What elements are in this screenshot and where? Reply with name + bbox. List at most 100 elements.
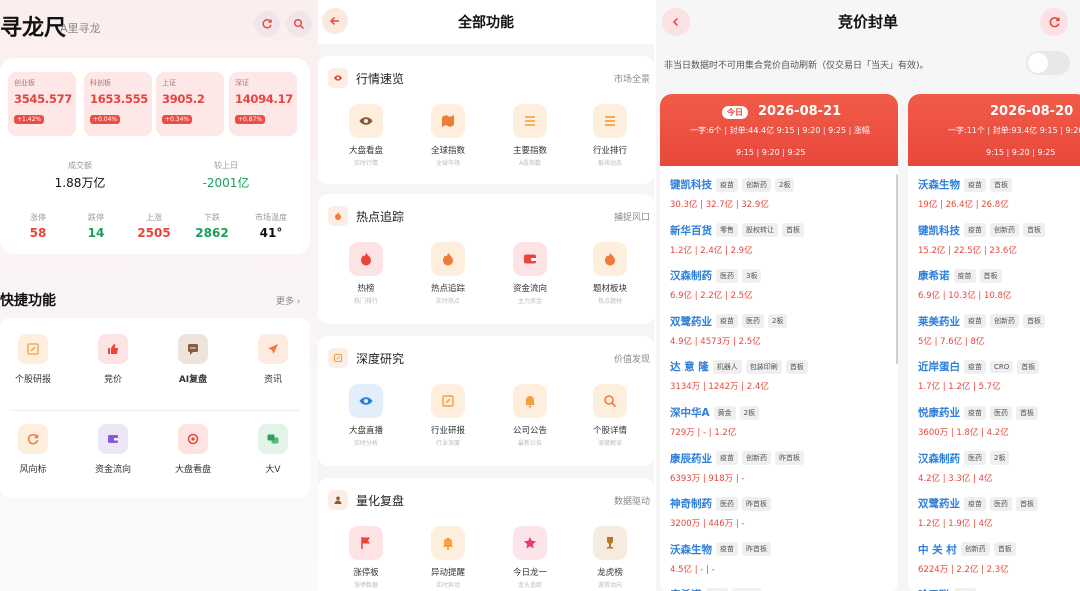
scrollbar[interactable] xyxy=(896,174,898,364)
stock-row[interactable]: 康希诺疫苗创新药 xyxy=(670,584,761,591)
eye-icon xyxy=(328,68,348,88)
stock-row[interactable]: 汉森制药 医药 3板 6.9亿 | 2.2亿 | 2.5亿 xyxy=(670,265,762,301)
day-summary: 一字:6个 | 封单:44.4亿 9:15 | 9:20 | 9:25 | 涨幅 xyxy=(690,126,870,135)
stock-name[interactable]: 康希诺 xyxy=(918,268,950,283)
section-tagline: 市场全景 xyxy=(613,75,650,85)
stock-name[interactable]: 沃森生物 xyxy=(670,542,712,557)
function-item[interactable]: 今日龙一 龙头追踪 xyxy=(495,526,565,589)
quick-item-wind-vane[interactable]: 风向标 xyxy=(3,424,63,475)
stock-row[interactable]: 康辰药业 疫苗 创新药 昨首板 6393万 | 918万 | - xyxy=(670,448,804,484)
index-tile[interactable]: 科创板 1653.555 +0.04% xyxy=(84,72,152,136)
stock-name[interactable]: 键凯科技 xyxy=(670,177,712,192)
stock-name[interactable]: 键凯科技 xyxy=(918,223,960,238)
function-item[interactable]: 大盘看盘 实时行情 xyxy=(331,104,401,167)
stock-name[interactable]: 汉森制药 xyxy=(670,268,712,283)
stock-row[interactable]: 沃森生物 疫苗 首板 19亿 | 26.4亿 | 26.8亿 xyxy=(918,174,1012,210)
quick-item-label: 大盘看盘 xyxy=(174,465,211,475)
stock-row[interactable]: 中 关 村创新药 首板 6224万 | 2.2亿 | 2.3亿 xyxy=(918,539,1016,575)
stock-tag: 2板 xyxy=(739,405,760,420)
function-item[interactable]: 行业研报 行业深度 xyxy=(413,384,483,447)
stock-row[interactable]: 神奇制药 医药 昨首板 3200万 | 446万 | - xyxy=(670,493,771,529)
function-item[interactable]: 全球指数 全球市场 xyxy=(413,104,483,167)
stock-tag: 疫苗 xyxy=(716,177,738,192)
stock-row[interactable]: 康希诺 疫苗 首板 6.9亿 | 10.3亿 | 10.8亿 xyxy=(918,265,1011,301)
stock-tag: 疫苗 xyxy=(716,314,738,329)
stock-name[interactable]: 康辰药业 xyxy=(670,451,712,466)
day-card-previous: 2026-08-20 一字:11个 | 封单:93.4亿 9:15 | 9:20… xyxy=(908,94,1080,591)
index-name: 创业板 xyxy=(14,79,35,87)
stock-name[interactable]: 沃森生物 xyxy=(918,177,960,192)
stock-tag: 创新药 xyxy=(990,223,1019,238)
function-item[interactable]: 涨停板 涨停数据 xyxy=(331,526,401,589)
function-item[interactable]: 资金流向 主力资金 xyxy=(495,242,565,305)
stock-row[interactable]: 汉森制药 医药 2板 4.2亿 | 3.3亿 | 4亿 xyxy=(918,448,1010,484)
refresh-button[interactable] xyxy=(1040,8,1068,36)
stock-row[interactable]: 新华百货 零售 股权转让 首板 1.2亿 | 2.4亿 | 2.9亿 xyxy=(670,220,804,256)
function-item[interactable]: 龙虎榜 游资动向 xyxy=(575,526,645,589)
quick-item-label: 资金流向 xyxy=(94,465,131,475)
quick-item-auction[interactable]: 竞价 xyxy=(83,334,143,385)
function-sublabel: 全球市场 xyxy=(435,160,460,167)
stock-row[interactable]: 键凯科技 疫苗 创新药 首板 15.2亿 | 22.5亿 | 23.6亿 xyxy=(918,220,1045,256)
stock-row[interactable]: 哈三联医药 xyxy=(918,584,976,591)
stock-tag: 首板 xyxy=(1023,223,1045,238)
stock-row[interactable]: 键凯科技 疫苗 创新药 2板 30.3亿 | 32.7亿 | 32.9亿 xyxy=(670,174,795,210)
map-icon xyxy=(431,104,465,138)
function-item[interactable]: 异动提醒 实时异动 xyxy=(413,526,483,589)
function-item[interactable]: 主要指数 A股指数 xyxy=(495,104,565,167)
stock-name[interactable]: 深中华A xyxy=(670,405,710,420)
stock-name[interactable]: 汉森制药 xyxy=(918,451,960,466)
quick-item-market-watch[interactable]: 大盘看盘 xyxy=(163,424,223,475)
search-button[interactable] xyxy=(286,11,312,37)
stock-name[interactable]: 近岸蛋白 xyxy=(918,359,960,374)
stock-row[interactable]: 双鹭药业 疫苗 医药 首板 1.2亿 | 1.9亿 | 4亿 xyxy=(918,493,1038,529)
function-item[interactable]: 行业排行 板块动态 xyxy=(575,104,645,167)
today-badge: 今日 xyxy=(722,106,748,119)
function-label: 异动提醒 xyxy=(430,568,465,578)
quick-item-ai-review[interactable]: AI复盘 xyxy=(163,334,223,385)
stock-name[interactable]: 双鹭药业 xyxy=(918,496,960,511)
stock-name[interactable]: 新华百货 xyxy=(670,223,712,238)
stock-name[interactable]: 莱美药业 xyxy=(918,314,960,329)
stock-name[interactable]: 双鹭药业 xyxy=(670,314,712,329)
quick-item-big-v[interactable]: 大V xyxy=(243,424,303,475)
stock-row[interactable]: 莱美药业 疫苗 创新药 首板 5亿 | 7.6亿 | 8亿 xyxy=(918,311,1045,347)
stock-name[interactable]: 康希诺 xyxy=(670,587,702,591)
index-tile[interactable]: 创业板 3545.577 +1.42% xyxy=(8,72,76,136)
quick-item-news[interactable]: 资讯 xyxy=(243,334,303,385)
function-item[interactable]: 个股详情 深度解读 xyxy=(575,384,645,447)
stock-row[interactable]: 双鹭药业 疫苗 医药 2板 4.9亿 | 4573万 | 2.5亿 xyxy=(670,311,788,347)
home-panel: 寻龙尺 A里寻龙 创业板 3545.577 +1.42% 科创板 1653.55… xyxy=(0,0,318,591)
function-label: 行业研报 xyxy=(430,426,465,436)
stock-row[interactable]: 达 意 隆机器人 包装印刷 首板 3134万 | 1242万 | 2.4亿 xyxy=(670,356,808,392)
index-tile[interactable]: 深证 14094.17 +0.87% xyxy=(229,72,297,136)
stock-name[interactable]: 神奇制药 xyxy=(670,496,712,511)
refresh-button[interactable] xyxy=(254,11,280,37)
auto-refresh-toggle[interactable] xyxy=(1026,51,1070,75)
more-link[interactable]: 更多 › xyxy=(276,294,300,307)
function-item[interactable]: 热点追踪 实时热点 xyxy=(413,242,483,305)
stock-row[interactable]: 悦康药业 疫苗 医药 首板 3600万 | 1.8亿 | 4.2亿 xyxy=(918,402,1038,438)
stock-name[interactable]: 中 关 村 xyxy=(918,542,957,557)
vs-prev-label: 较上日 xyxy=(214,161,238,170)
stock-row[interactable]: 沃森生物 疫苗 昨首板 4.5亿 | - | - xyxy=(670,539,771,575)
function-label: 资金流向 xyxy=(512,284,547,294)
auction-orders-panel: 竞价封单 非当日数据时不可用集合竞价自动刷新（仅交易日「当天」有效)。 今日 2… xyxy=(656,0,1080,591)
quick-item-fund-flow[interactable]: 资金流向 xyxy=(83,424,143,475)
stock-row[interactable]: 近岸蛋白 疫苗 CRO 首板 1.7亿 | 1.2亿 | 5.7亿 xyxy=(918,356,1040,392)
section-market-overview: 行情速览 市场全景 大盘看盘 实时行情 全球指数 全球市场 主要指数 A股指数 … xyxy=(318,56,654,184)
stock-row[interactable]: 深中华A 黄金 2板 729万 | - | 1.2亿 xyxy=(670,402,760,438)
stock-name[interactable]: 达 意 隆 xyxy=(670,359,709,374)
breadth-label: 下跌 xyxy=(204,213,220,222)
quick-item-report[interactable]: 个股研报 xyxy=(3,334,63,385)
stock-tag: 昨首板 xyxy=(775,451,804,466)
function-item[interactable]: 大盘直播 实时分析 xyxy=(331,384,401,447)
function-item[interactable]: 题材板块 热点题材 xyxy=(575,242,645,305)
stock-name[interactable]: 哈三联 xyxy=(918,587,950,591)
stock-name[interactable]: 悦康药业 xyxy=(918,405,960,420)
function-item[interactable]: 热榜 热门排行 xyxy=(331,242,401,305)
function-label: 大盘看盘 xyxy=(348,146,383,156)
index-tile[interactable]: 上证 3905.2 +0.34% xyxy=(156,72,224,136)
stock-tag: 医药 xyxy=(742,314,764,329)
function-item[interactable]: 公司公告 最新公告 xyxy=(495,384,565,447)
